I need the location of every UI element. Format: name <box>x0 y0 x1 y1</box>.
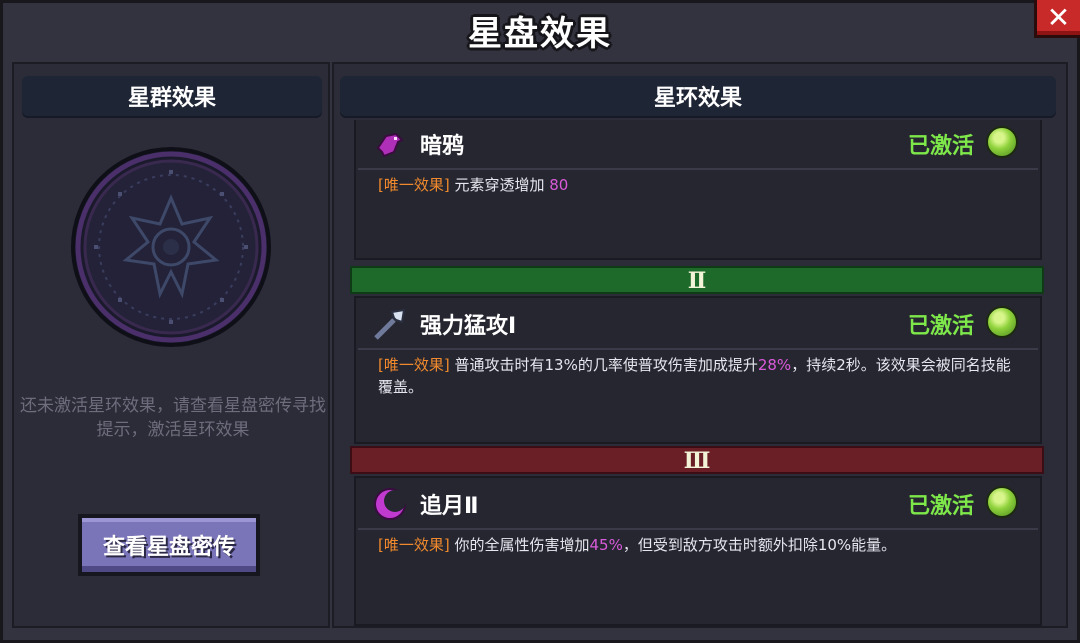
view-star-lore-button[interactable]: 查看星盘密传 <box>78 514 260 576</box>
active-status: 已激活 <box>907 494 974 519</box>
tier-2-banner: Ⅱ <box>350 266 1044 294</box>
active-orb-icon <box>986 126 1018 158</box>
active-orb-icon <box>986 486 1018 518</box>
divider <box>358 168 1038 170</box>
effect-card: 暗鸦 已激活 [唯一效果] 元素穿透增加 80 <box>354 120 1042 260</box>
star-ring-header: 星环效果 <box>340 76 1056 116</box>
effect-list[interactable]: 暗鸦 已激活 [唯一效果] 元素穿透增加 80 强力猛攻Ⅰ 已激活 [唯一效果]… <box>350 120 1048 628</box>
crow-icon <box>376 132 404 158</box>
tier-3-banner: Ⅲ <box>350 446 1044 474</box>
effect-description: [唯一效果] 你的全属性伤害增加45%，但受到敌方攻击时额外扣除10%能量。 <box>378 536 897 554</box>
effect-card: 追月Ⅱ 已激活 [唯一效果] 你的全属性伤害增加45%，但受到敌方攻击时额外扣除… <box>354 476 1042 626</box>
crescent-moon-icon <box>374 488 406 520</box>
effect-card: 强力猛攻Ⅰ 已激活 [唯一效果] 普通攻击时有13%的几率使普攻伤害加成提升28… <box>354 296 1042 444</box>
dialog-title: 星盘效果 <box>468 14 612 54</box>
close-icon: ✕ <box>1046 1 1071 34</box>
effect-name: 暗鸦 <box>420 134 465 159</box>
axe-icon <box>374 308 406 340</box>
effect-description: [唯一效果] 普通攻击时有13%的几率使普攻伤害加成提升28%，持续2秒。该效果… <box>378 356 1011 396</box>
constellation-header: 星群效果 <box>22 76 322 116</box>
effect-name: 强力猛攻Ⅰ <box>420 314 517 339</box>
inactive-hint-text: 还未激活星环效果，请查看星盘密传寻找提示，激活星环效果 <box>20 396 326 440</box>
effect-description: [唯一效果] 元素穿透增加 80 <box>378 176 569 194</box>
star-disc-image <box>71 147 271 347</box>
active-orb-icon <box>986 306 1018 338</box>
active-status: 已激活 <box>907 314 974 339</box>
divider <box>358 528 1038 530</box>
active-status: 已激活 <box>907 134 974 159</box>
effect-name: 追月Ⅱ <box>420 494 479 519</box>
divider <box>358 348 1038 350</box>
close-button[interactable]: ✕ <box>1034 0 1080 38</box>
